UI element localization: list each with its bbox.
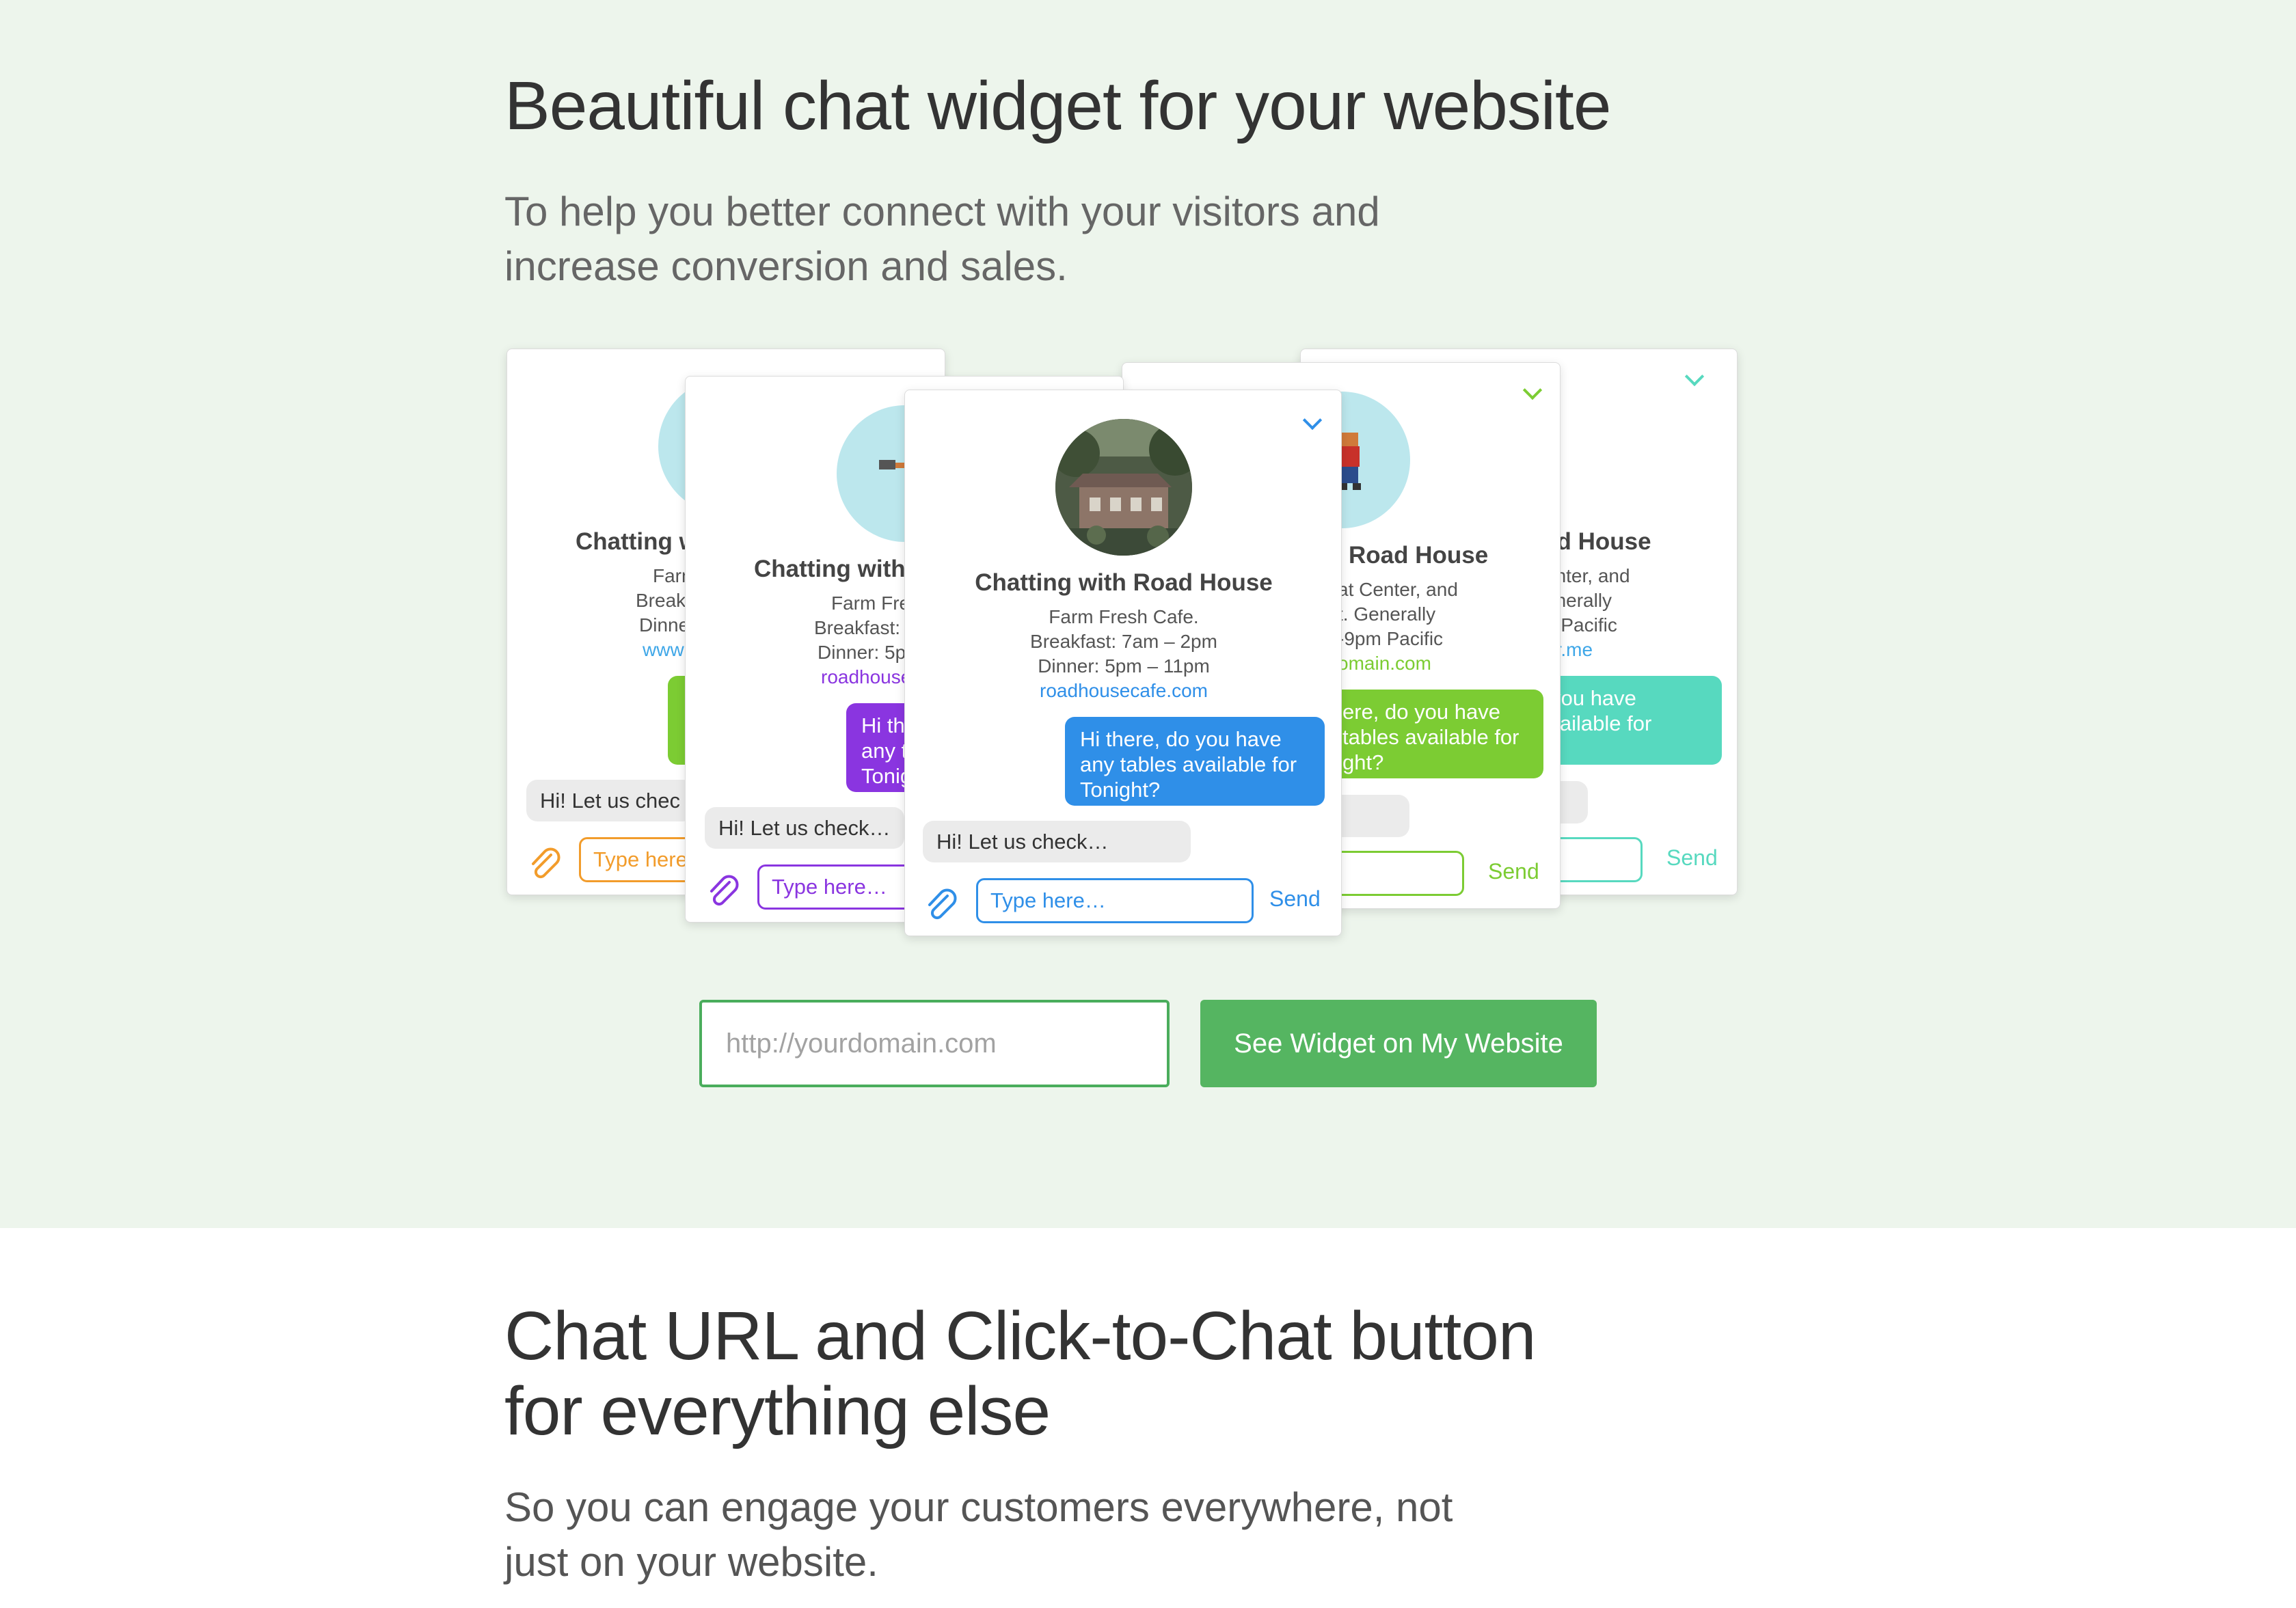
paperclip-icon[interactable] — [525, 843, 563, 881]
restaurant-photo-icon — [1055, 419, 1192, 556]
website-url-input[interactable] — [699, 1000, 1170, 1087]
card-link[interactable]: roadhousecafe.com — [905, 680, 1341, 702]
card-info-line: Dinner: 5p — [818, 642, 906, 663]
card-info-line: Dinne — [639, 614, 690, 636]
see-widget-button[interactable]: See Widget on My Website — [1200, 1000, 1597, 1087]
card-info-line: at Center, and — [1338, 579, 1458, 600]
message-input[interactable] — [1327, 851, 1464, 896]
widget-card-blue: Chatting with Road House Farm Fresh Cafe… — [904, 390, 1342, 936]
card-link[interactable]: www — [643, 639, 684, 661]
chevron-down-icon[interactable] — [1684, 366, 1705, 387]
message-input[interactable]: Type here… — [976, 878, 1254, 923]
send-button[interactable]: Send — [1666, 845, 1718, 871]
card-info-line: Break — [636, 590, 686, 611]
paperclip-icon[interactable] — [703, 870, 742, 908]
card-title: Road House — [1349, 542, 1489, 569]
card-title: Chatting w — [576, 528, 698, 555]
outgoing-message: Hi there, do you have any tables availab… — [1065, 717, 1325, 806]
card-title: Chatting with Road House — [975, 569, 1273, 596]
card-link[interactable]: roadhouse — [821, 666, 911, 688]
card-link[interactable]: omain.com — [1338, 653, 1431, 674]
paperclip-icon[interactable] — [921, 884, 960, 922]
send-button[interactable]: Send — [1269, 886, 1321, 912]
outgoing-message: ere, do you have tables available for gh… — [1327, 690, 1543, 778]
card-info-line: t. Generally — [1338, 603, 1436, 625]
card-info-line: Breakfast: 7am – 2pm — [1030, 631, 1217, 652]
card-title: Chatting with — [754, 556, 906, 582]
incoming-message: Hi! Let us chec — [526, 780, 694, 821]
send-button[interactable]: Send — [1488, 859, 1539, 884]
card-info-line: -9pm Pacific — [1338, 628, 1444, 649]
chevron-down-icon[interactable] — [1522, 380, 1543, 400]
card-info-line: Farm Fre — [831, 592, 910, 614]
card-info-line: Dinner: 5pm – 11pm — [1038, 655, 1210, 677]
section-title: Chat URL and Click-to-Chat button for ev… — [504, 1298, 1536, 1449]
section-subtitle: So you can engage your customers everywh… — [504, 1484, 1453, 1585]
card-info-line: Farm Fresh Cafe. — [1049, 606, 1199, 627]
incoming-message: Hi! Let us check… — [705, 807, 904, 849]
avatar — [1055, 419, 1192, 556]
card-info-line: Breakfast: — [814, 617, 901, 638]
incoming-message: Hi! Let us check… — [923, 821, 1191, 862]
chevron-down-icon[interactable] — [1302, 410, 1323, 431]
